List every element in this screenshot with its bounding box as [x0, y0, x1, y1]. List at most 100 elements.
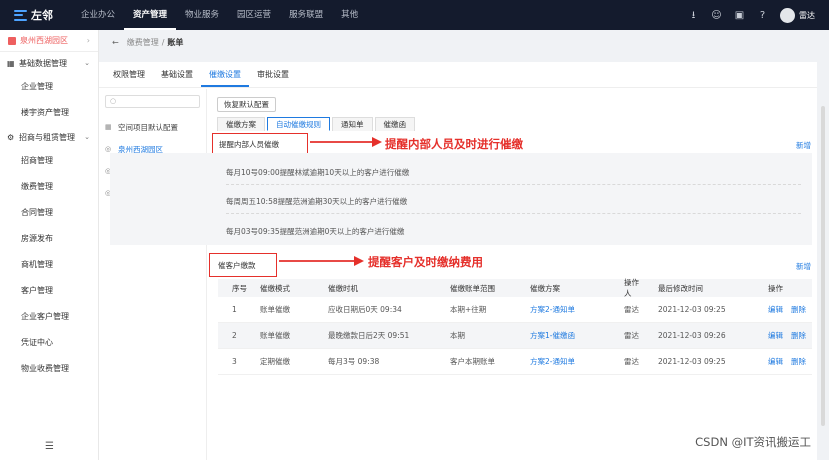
row-range: 本期+往期: [450, 305, 487, 314]
tab-0[interactable]: 权限管理: [105, 62, 153, 87]
table-row: 2 账单催缴 最晚缴款日后2天 09:51 本期 方案1-催缴函 雷达 2021-12-03…: [218, 323, 812, 349]
building-icon: [8, 36, 16, 45]
annotation-arrow: [310, 137, 382, 147]
back-arrow-icon[interactable]: ←: [112, 38, 119, 47]
column-header: 操作人: [624, 278, 639, 298]
row-operator: 雷达: [624, 331, 639, 340]
delete-button[interactable]: 删除: [791, 357, 806, 366]
menu-icon[interactable]: ☰: [0, 441, 99, 452]
internal-highlight-box: [212, 133, 308, 155]
nav-item-0[interactable]: 企业办公: [72, 0, 124, 30]
search-input[interactable]: ○: [105, 95, 200, 108]
edit-button[interactable]: 编辑: [768, 305, 783, 314]
row-number: 2: [232, 331, 237, 340]
sidebar-item[interactable]: 缴费管理: [0, 174, 98, 200]
sidebar-item[interactable]: 合同管理: [0, 200, 98, 226]
table-header: 序号 催缴模式 催缴时机 催缴账单范围 催缴方案 操作人 最后修改时间 操作: [218, 278, 812, 298]
nav-item-1[interactable]: 资产管理: [124, 0, 177, 30]
sidebar-item[interactable]: 凭证中心: [0, 330, 98, 356]
sidebar-item[interactable]: 招商管理: [0, 148, 98, 174]
row-time: 2021-12-03 09:25: [658, 357, 726, 366]
download-icon[interactable]: ⭳: [688, 10, 699, 21]
sidebar-item[interactable]: 企业客户管理: [0, 304, 98, 330]
scrollbar[interactable]: [821, 106, 825, 426]
main-content: ← 缴费管理 / 账单 权限管理 基础设置 催缴设置 审批设置 ○ ▦ 空间项目默认配…: [99, 30, 829, 460]
delete-button[interactable]: 删除: [791, 331, 806, 340]
tab-1[interactable]: 基础设置: [153, 62, 201, 87]
sub-tab-1[interactable]: 自动催缴规则: [267, 117, 330, 131]
sidebar-menu: ▦ 基础数据管理 ⌄ 企业管理 楼宇资产管理 ⚙ 招商与租赁管理 ⌄ 招商管理 缴费管理 合同管理房…: [0, 52, 98, 382]
nav-item-5[interactable]: 其他: [332, 0, 367, 30]
add-customer-rule-link[interactable]: 新增: [796, 261, 811, 272]
row-operator: 雷达: [624, 305, 639, 314]
sidebar-item[interactable]: 物业收费管理: [0, 356, 98, 382]
table-body: 1 账单催缴 应收日期后0天 09:34 本期+往期 方案2-通知单 雷达 2021-12-…: [218, 297, 812, 375]
column-header: 催缴账单范围: [450, 283, 495, 293]
grid-icon: ▦: [7, 58, 15, 68]
breadcrumb-separator: /: [161, 37, 165, 47]
edit-button[interactable]: 编辑: [768, 331, 783, 340]
plan-link[interactable]: 方案1-催缴函: [530, 331, 575, 340]
sidebar-item[interactable]: 楼宇资产管理: [0, 100, 98, 126]
logo-icon: [14, 9, 27, 21]
logo-text: 左邻: [31, 9, 53, 22]
username[interactable]: 雷达: [799, 10, 815, 21]
reminder-sub-tabs: 催缴方案 自动催缴规则 通知单 催缴函: [217, 117, 417, 131]
watermark: CSDN @IT资讯搬运工: [695, 435, 811, 449]
chevron-down-icon: ⌄: [84, 133, 90, 141]
sub-tab-0[interactable]: 催缴方案: [217, 117, 265, 131]
nav-item-2[interactable]: 物业服务: [176, 0, 228, 30]
tab-3[interactable]: 审批设置: [249, 62, 297, 87]
internal-rule-1: 每月10号09:00提醒林斌逾期10天以上的客户进行催缴: [226, 168, 410, 177]
breadcrumb: ← 缴费管理 / 账单: [99, 30, 829, 54]
internal-rule-2: 每周周五10:58提醒范洲逾期30天以上的客户进行催缴: [226, 197, 408, 206]
column-header: 最后修改时间: [658, 283, 703, 293]
restore-default-button[interactable]: 恢复默认配置: [217, 97, 276, 112]
row-mode: 定期催缴: [260, 357, 290, 366]
menu-group-1[interactable]: ⚙ 招商与租赁管理 ⌄: [0, 126, 98, 148]
row-actions: 编辑 删除: [754, 304, 814, 315]
tree-item-default-config[interactable]: ▦ 空间项目默认配置: [99, 116, 206, 138]
sidebar-item[interactable]: 房源发布: [0, 226, 98, 252]
message-icon[interactable]: ☺: [711, 10, 722, 21]
breadcrumb-current: 账单: [167, 37, 184, 47]
park-selector[interactable]: 泉州西湖园区 ›: [0, 30, 98, 52]
help-icon[interactable]: ?: [757, 10, 768, 21]
row-operator: 雷达: [624, 357, 639, 366]
plan-link[interactable]: 方案2-通知单: [530, 357, 575, 366]
nav-item-4[interactable]: 服务联盟: [280, 0, 332, 30]
location-icon: ◎: [105, 145, 112, 153]
chevron-right-icon: ›: [86, 36, 90, 45]
plan-link[interactable]: 方案2-通知单: [530, 305, 575, 314]
customer-highlight-box: [209, 253, 277, 277]
breadcrumb-parent[interactable]: 缴费管理: [127, 37, 159, 48]
sidebar-item[interactable]: 企业管理: [0, 74, 98, 100]
menu-group-label: 基础数据管理: [19, 58, 67, 68]
chevron-down-icon: ⌄: [84, 59, 90, 67]
sub-tab-2[interactable]: 通知单: [332, 117, 373, 131]
menu-group-0[interactable]: ▦ 基础数据管理 ⌄: [0, 52, 98, 74]
nav-item-3[interactable]: 园区运营: [228, 0, 280, 30]
row-actions: 编辑 删除: [754, 356, 814, 367]
row-plan-cell: 方案2-通知单: [508, 356, 616, 367]
internal-rules-list: [110, 153, 812, 245]
avatar[interactable]: [780, 7, 795, 23]
delete-button[interactable]: 删除: [791, 305, 806, 314]
row-timing: 每月3号 09:38: [328, 357, 380, 366]
sidebar-item[interactable]: 客户管理: [0, 278, 98, 304]
row-number: 3: [232, 357, 237, 366]
table-row: 1 账单催缴 应收日期后0天 09:34 本期+往期 方案2-通知单 雷达 2021-12-…: [218, 297, 812, 323]
sub-tab-3[interactable]: 催缴函: [374, 117, 415, 131]
top-nav-bar: 左邻 企业办公 资产管理 物业服务 园区运营 服务联盟 其他 ⭳ ☺ ▣ ? 雷达: [0, 0, 829, 30]
column-header: 催缴模式: [260, 283, 290, 293]
annotation-arrow: [279, 256, 364, 266]
gear-icon: ⚙: [7, 132, 15, 142]
notification-icon[interactable]: ▣: [734, 10, 745, 21]
tab-2[interactable]: 催缴设置: [201, 62, 249, 87]
search-icon: ○: [110, 97, 117, 105]
edit-button[interactable]: 编辑: [768, 357, 783, 366]
add-internal-rule-link[interactable]: 新增: [796, 140, 811, 151]
sidebar-item[interactable]: 商机管理: [0, 252, 98, 278]
logo[interactable]: 左邻: [0, 7, 72, 23]
row-plan-cell: 方案1-催缴函: [508, 330, 616, 341]
